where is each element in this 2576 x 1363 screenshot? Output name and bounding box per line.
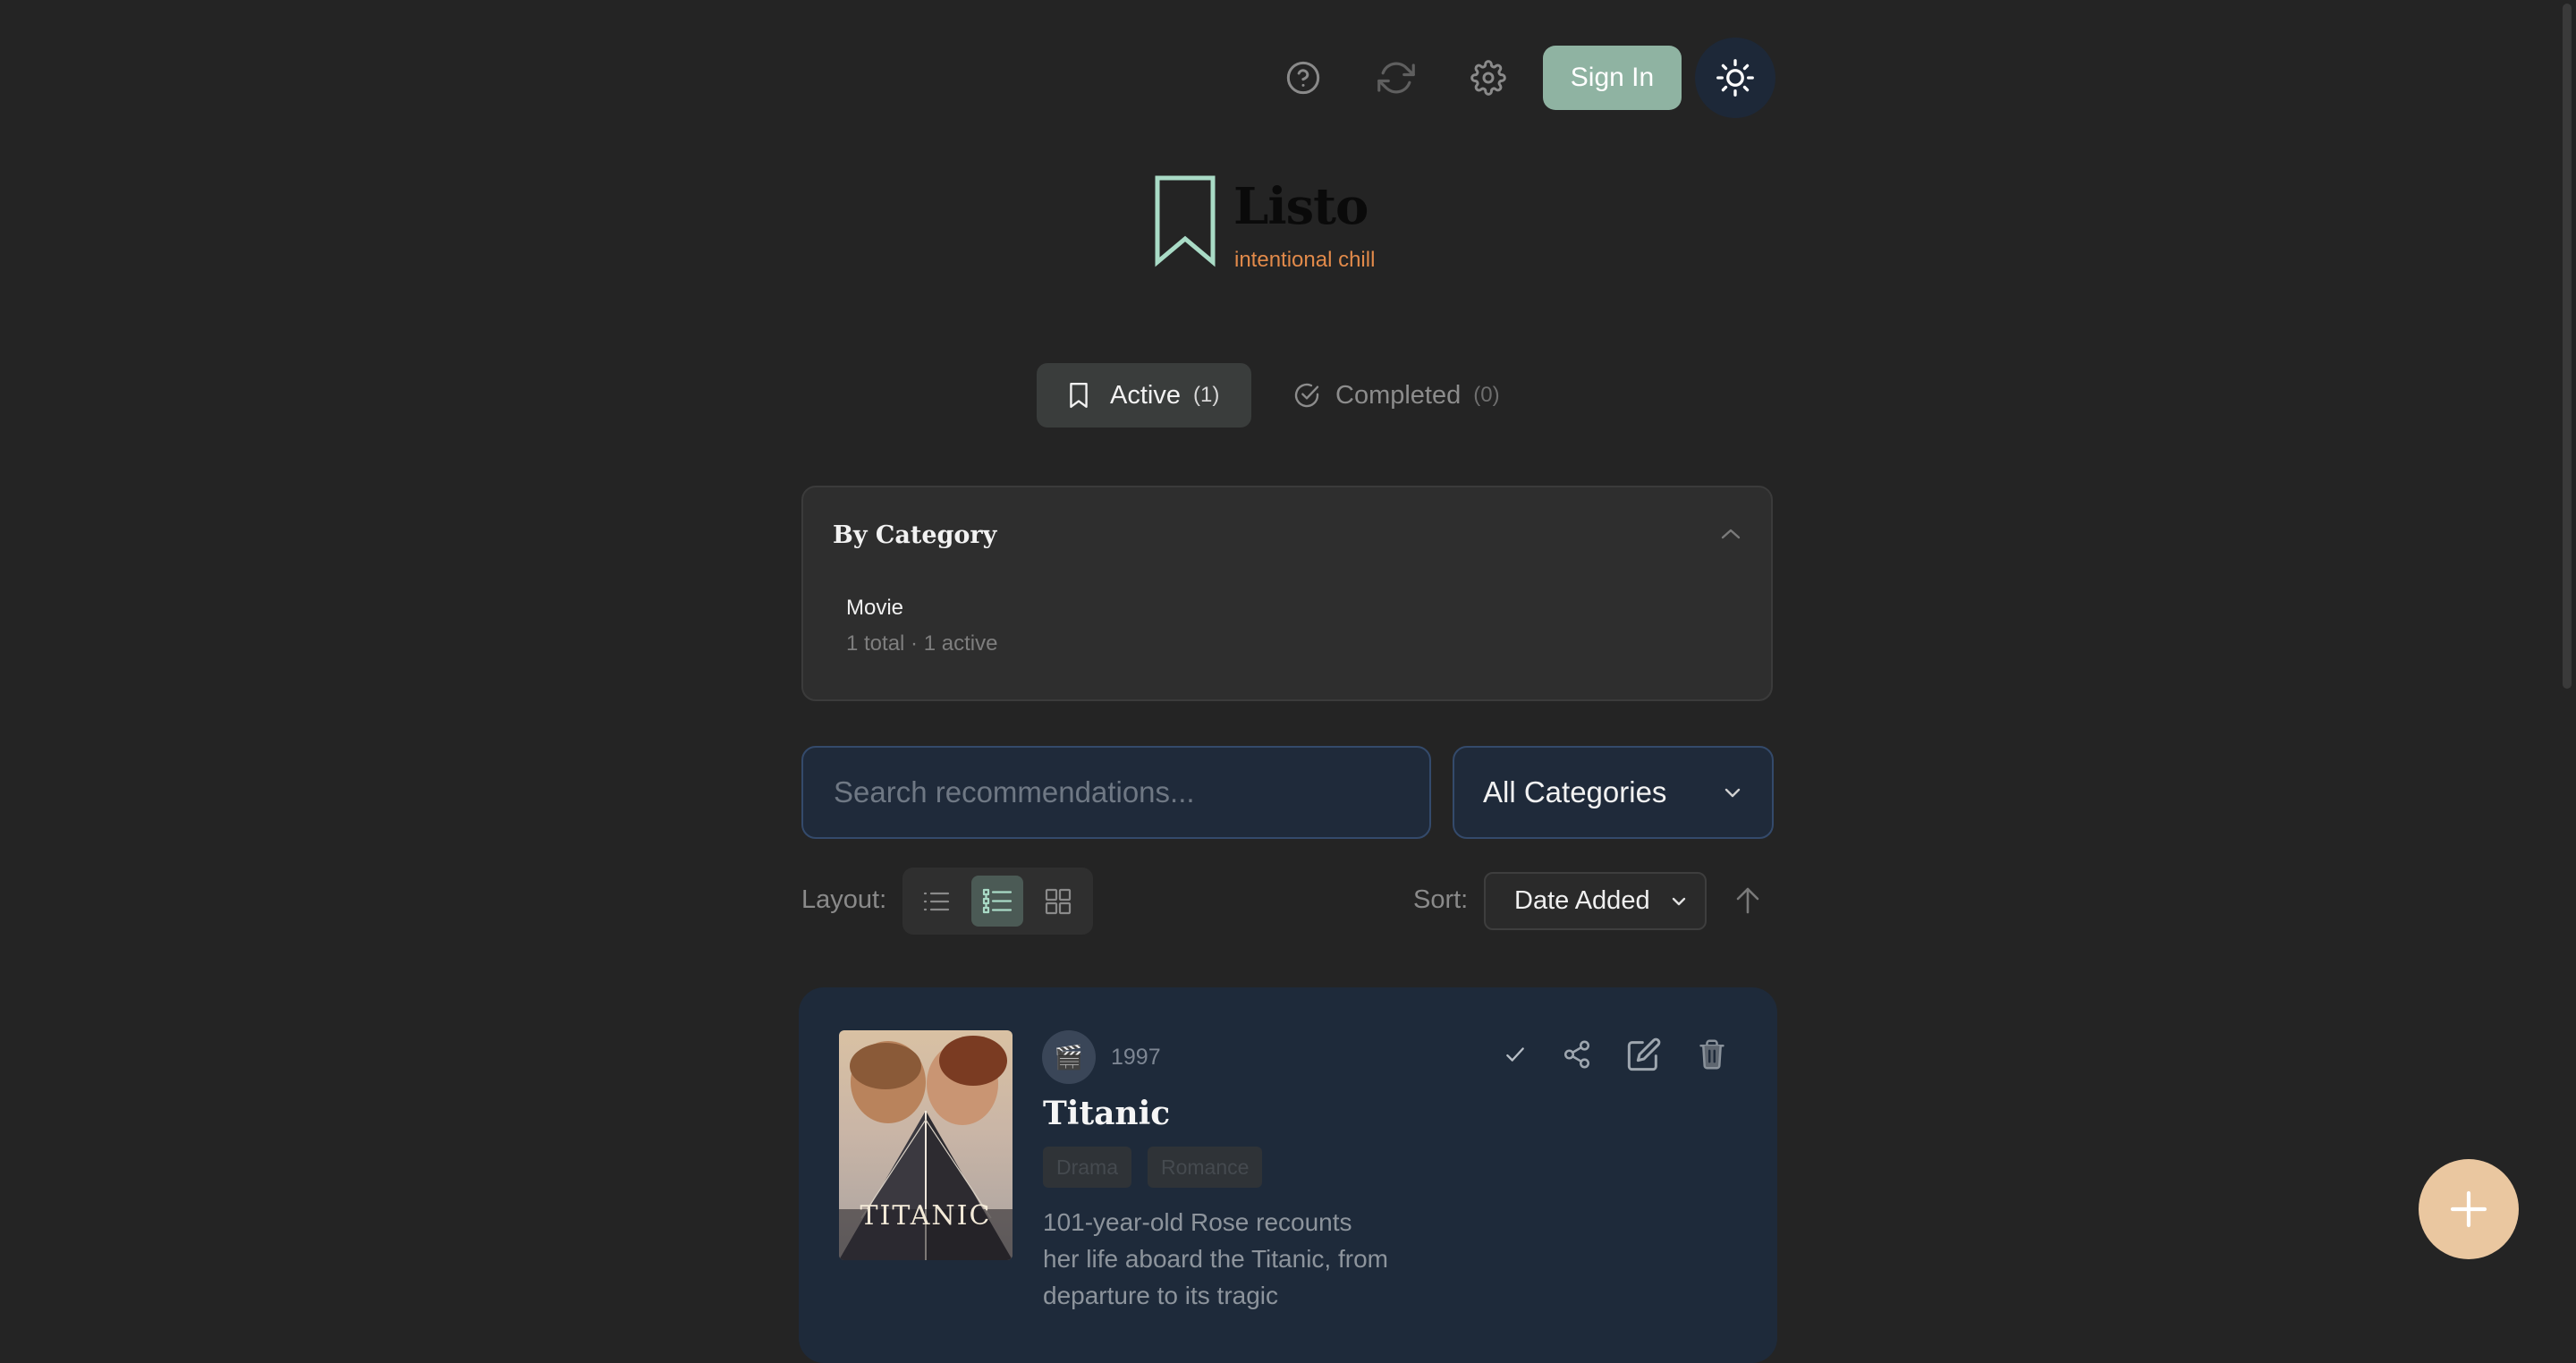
bookmark-icon (1155, 175, 1216, 267)
poster-image: TITANIC (839, 1030, 1013, 1260)
search-input[interactable] (801, 746, 1431, 839)
refresh-button[interactable] (1368, 49, 1425, 106)
item-title: Titanic (1043, 1095, 1171, 1132)
tag: Romance (1148, 1147, 1263, 1188)
tab-completed[interactable]: Completed (0) (1292, 363, 1500, 428)
scrollbar-thumb[interactable] (2563, 4, 2572, 689)
theme-toggle-button[interactable] (1695, 38, 1775, 118)
tab-active[interactable]: Active (1) (1037, 363, 1251, 428)
tab-count: (0) (1473, 383, 1500, 407)
recommendation-card[interactable]: TITANIC 🎬 1997 Titanic Drama Romance 101… (799, 987, 1777, 1363)
layout-switcher (902, 868, 1093, 935)
delete-button[interactable] (1690, 1032, 1734, 1077)
layout-label: Layout: (801, 885, 887, 914)
sign-in-button[interactable]: Sign In (1543, 46, 1682, 110)
layout-grid-button[interactable] (1032, 876, 1084, 927)
app-title: Listo (1233, 177, 1368, 236)
category-summary-panel: By Category Movie 1 total · 1 active (801, 486, 1773, 701)
edit-button[interactable] (1622, 1032, 1666, 1077)
help-circle-icon (1286, 61, 1320, 95)
chevron-down-icon (1672, 897, 1686, 905)
mark-complete-button[interactable] (1493, 1032, 1538, 1077)
check-circle-icon (1292, 381, 1321, 410)
app-tagline: intentional chill (1234, 248, 1376, 272)
tag: Drama (1043, 1147, 1132, 1188)
tab-count: (1) (1192, 383, 1220, 407)
category-stats: 1 total · 1 active (846, 631, 998, 656)
item-year: 1997 (1111, 1045, 1161, 1070)
category-filter-select[interactable]: All Categories (1453, 746, 1774, 839)
edit-icon (1627, 1037, 1661, 1071)
layout-list-button[interactable] (911, 876, 962, 927)
chevron-up-icon (1721, 529, 1741, 539)
tab-label: Completed (1335, 380, 1462, 410)
sort-select[interactable]: Date Added (1484, 872, 1707, 930)
chevron-down-icon (1724, 788, 1741, 798)
trash-icon (1699, 1039, 1724, 1070)
check-icon (1506, 1047, 1524, 1062)
help-button[interactable] (1275, 49, 1332, 106)
refresh-icon (1377, 62, 1415, 94)
plus-icon (2450, 1190, 2487, 1228)
detailed-list-icon (982, 888, 1013, 913)
gear-icon (1470, 60, 1506, 96)
clapperboard-icon: 🎬 (1054, 1043, 1084, 1071)
poster-title: TITANIC (860, 1200, 992, 1232)
share-button[interactable] (1555, 1032, 1599, 1077)
category-filter-value: All Categories (1483, 775, 1667, 808)
layout-detailed-list-button[interactable] (971, 876, 1023, 927)
bookmark-icon (1067, 382, 1090, 409)
sort-value: Date Added (1514, 886, 1650, 915)
logo (1154, 174, 1216, 267)
list-icon (923, 892, 950, 910)
category-badge: 🎬 (1042, 1030, 1096, 1084)
item-description: 101-year-old Rose recounts her life aboa… (1043, 1208, 1388, 1309)
share-icon (1563, 1040, 1590, 1069)
sort-direction-button[interactable] (1732, 883, 1764, 919)
sort-label: Sort: (1413, 885, 1469, 914)
tab-label: Active (1110, 380, 1181, 410)
category-panel-title: By Category (833, 521, 997, 549)
sun-icon (1716, 59, 1754, 97)
collapse-button[interactable] (1717, 525, 1744, 543)
arrow-up-icon (1736, 887, 1759, 914)
settings-button[interactable] (1460, 49, 1517, 106)
add-recommendation-button[interactable] (2419, 1159, 2519, 1259)
grid-icon (1045, 888, 1072, 914)
category-name[interactable]: Movie (846, 596, 903, 621)
